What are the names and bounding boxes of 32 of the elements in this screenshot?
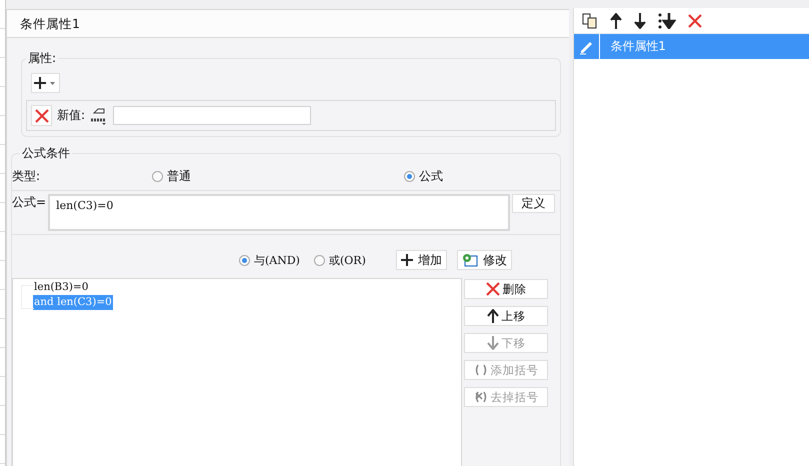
dialog-title: 条件属性1	[7, 10, 570, 38]
copy-icon[interactable]	[582, 12, 598, 28]
delete-button[interactable]: 删除	[464, 279, 548, 299]
formula-label: 公式=	[12, 194, 46, 211]
plus-icon	[400, 254, 413, 266]
group-legend: 属性:	[26, 50, 58, 67]
type-radio[interactable]: 普通	[152, 168, 191, 184]
logic-radio[interactable]: 与(AND)	[239, 252, 300, 268]
delete-icon[interactable]	[688, 14, 702, 28]
group-legend: 公式条件	[20, 145, 72, 162]
up-arrow-icon[interactable]	[610, 12, 622, 28]
brackets-icon	[474, 364, 488, 376]
new-value-label: 新值:	[57, 107, 86, 124]
add-dropdown-button[interactable]	[31, 73, 60, 93]
down-arrow-icon	[486, 336, 498, 350]
crossed-brackets-icon	[474, 391, 488, 403]
formula-field[interactable]: len(C3)=0	[48, 194, 510, 231]
down-arrow-icon[interactable]	[634, 12, 646, 28]
up-button[interactable]: 上移	[464, 306, 548, 326]
move-to-bottom-icon[interactable]	[658, 12, 676, 28]
define-button[interactable]: 定义	[512, 194, 556, 213]
type-radio[interactable]: 公式	[404, 168, 443, 184]
text-type-icon[interactable]	[90, 106, 108, 124]
delete-icon	[486, 282, 500, 296]
up-arrow-icon	[486, 309, 498, 323]
condition-item[interactable]: len(B3)=0	[33, 280, 90, 295]
new-value-field[interactable]	[113, 106, 312, 125]
type-label: 类型:	[12, 168, 40, 184]
remove-button[interactable]	[31, 105, 52, 126]
modify-button[interactable]: 修改	[456, 250, 512, 270]
add-button[interactable]: 增加	[396, 250, 447, 270]
logic-radio[interactable]: 或(OR)	[314, 252, 366, 268]
